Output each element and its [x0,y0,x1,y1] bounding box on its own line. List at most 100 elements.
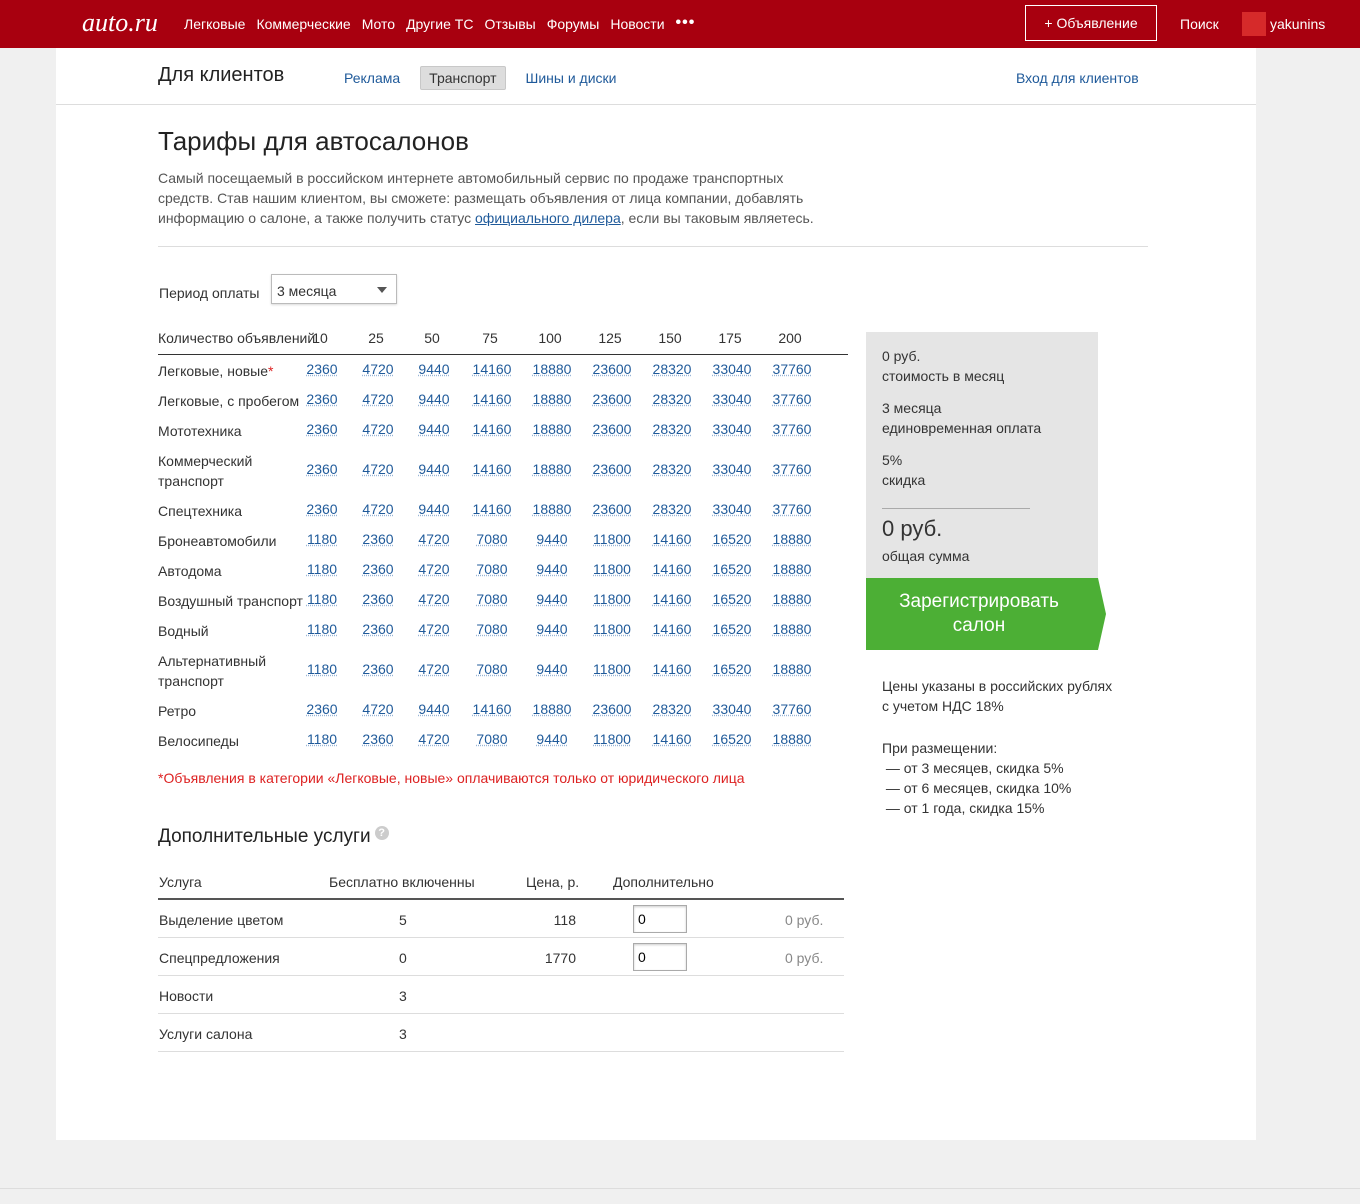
price-cell[interactable]: 2360 [294,391,350,407]
price-cell[interactable]: 2360 [294,361,350,377]
price-cell[interactable]: 4720 [350,391,406,407]
price-cell[interactable]: 7080 [464,621,520,637]
price-cell[interactable]: 2360 [350,531,406,547]
price-cell[interactable]: 33040 [704,701,760,717]
highlight-quantity-input[interactable] [633,905,687,933]
price-cell[interactable]: 14160 [464,391,520,407]
price-cell[interactable]: 1180 [294,531,350,547]
price-cell[interactable]: 7080 [464,531,520,547]
tab-tires-wheels[interactable]: Шины и диски [518,67,625,89]
search-link[interactable]: Поиск [1180,16,1219,32]
price-cell[interactable]: 4720 [406,561,462,577]
price-cell[interactable]: 9440 [524,561,580,577]
price-cell[interactable]: 9440 [524,591,580,607]
price-cell[interactable]: 4720 [350,361,406,377]
price-cell[interactable]: 16520 [704,591,760,607]
username-link[interactable]: yakunins [1270,16,1325,32]
price-cell[interactable]: 28320 [644,391,700,407]
price-cell[interactable]: 37760 [764,391,820,407]
price-cell[interactable]: 2360 [294,421,350,437]
price-cell[interactable]: 16520 [704,621,760,637]
price-cell[interactable]: 18880 [764,661,820,677]
price-cell[interactable]: 14160 [644,591,700,607]
price-cell[interactable]: 18880 [764,561,820,577]
price-cell[interactable]: 33040 [704,361,760,377]
special-offers-quantity-input[interactable] [633,943,687,971]
price-cell[interactable]: 33040 [704,391,760,407]
nav-item-reviews[interactable]: Отзывы [484,16,535,32]
price-cell[interactable]: 4720 [406,531,462,547]
price-cell[interactable]: 18880 [764,531,820,547]
tab-advertising[interactable]: Реклама [336,67,408,89]
price-cell[interactable]: 28320 [644,701,700,717]
price-cell[interactable]: 23600 [584,501,640,517]
price-cell[interactable]: 23600 [584,461,640,477]
price-cell[interactable]: 14160 [464,701,520,717]
price-cell[interactable]: 7080 [464,661,520,677]
price-cell[interactable]: 37760 [764,461,820,477]
price-cell[interactable]: 9440 [524,661,580,677]
price-cell[interactable]: 11800 [584,561,640,577]
price-cell[interactable]: 16520 [704,531,760,547]
register-salon-button[interactable]: Зарегистрировать салон [866,578,1106,650]
price-cell[interactable]: 2360 [294,461,350,477]
official-dealer-link[interactable]: официального дилера [475,210,621,226]
more-menu-icon[interactable]: ••• [676,15,696,32]
price-cell[interactable]: 4720 [406,591,462,607]
price-cell[interactable]: 9440 [406,361,462,377]
price-cell[interactable]: 23600 [584,391,640,407]
price-cell[interactable]: 9440 [406,461,462,477]
nav-item-news[interactable]: Новости [610,16,664,32]
price-cell[interactable]: 2360 [350,591,406,607]
price-cell[interactable]: 16520 [704,561,760,577]
price-cell[interactable]: 18880 [764,621,820,637]
price-cell[interactable]: 37760 [764,361,820,377]
price-cell[interactable]: 14160 [644,731,700,747]
nav-item-moto[interactable]: Мото [362,16,395,32]
price-cell[interactable]: 16520 [704,661,760,677]
price-cell[interactable]: 14160 [644,561,700,577]
tab-transport[interactable]: Транспорт [420,66,506,90]
price-cell[interactable]: 11800 [584,661,640,677]
price-cell[interactable]: 33040 [704,461,760,477]
price-cell[interactable]: 7080 [464,561,520,577]
price-cell[interactable]: 9440 [406,501,462,517]
price-cell[interactable]: 4720 [406,731,462,747]
nav-item-commercial[interactable]: Коммерческие [256,16,350,32]
price-cell[interactable]: 37760 [764,421,820,437]
price-cell[interactable]: 23600 [584,361,640,377]
price-cell[interactable]: 4720 [406,661,462,677]
price-cell[interactable]: 4720 [350,701,406,717]
price-cell[interactable]: 4720 [350,421,406,437]
help-icon[interactable]: ? [374,826,389,840]
client-login-link[interactable]: Вход для клиентов [1016,70,1139,86]
price-cell[interactable]: 14160 [644,531,700,547]
price-cell[interactable]: 7080 [464,591,520,607]
price-cell[interactable]: 9440 [406,421,462,437]
price-cell[interactable]: 1180 [294,731,350,747]
period-select[interactable]: 3 месяца [271,274,397,304]
nav-item-cars[interactable]: Легковые [184,16,245,32]
price-cell[interactable]: 14160 [644,661,700,677]
price-cell[interactable]: 2360 [350,561,406,577]
price-cell[interactable]: 14160 [464,421,520,437]
price-cell[interactable]: 18880 [524,361,580,377]
site-logo[interactable]: auto.ru [82,8,158,38]
price-cell[interactable]: 2360 [350,731,406,747]
price-cell[interactable]: 28320 [644,461,700,477]
price-cell[interactable]: 14160 [464,501,520,517]
price-cell[interactable]: 18880 [524,501,580,517]
price-cell[interactable]: 2360 [294,701,350,717]
price-cell[interactable]: 14160 [644,621,700,637]
price-cell[interactable]: 18880 [524,461,580,477]
add-ad-button[interactable]: + Объявление [1025,5,1157,41]
price-cell[interactable]: 28320 [644,361,700,377]
avatar[interactable] [1242,12,1266,36]
price-cell[interactable]: 4720 [350,501,406,517]
price-cell[interactable]: 33040 [704,421,760,437]
price-cell[interactable]: 11800 [584,621,640,637]
price-cell[interactable]: 9440 [406,391,462,407]
price-cell[interactable]: 1180 [294,621,350,637]
price-cell[interactable]: 11800 [584,591,640,607]
price-cell[interactable]: 1180 [294,661,350,677]
